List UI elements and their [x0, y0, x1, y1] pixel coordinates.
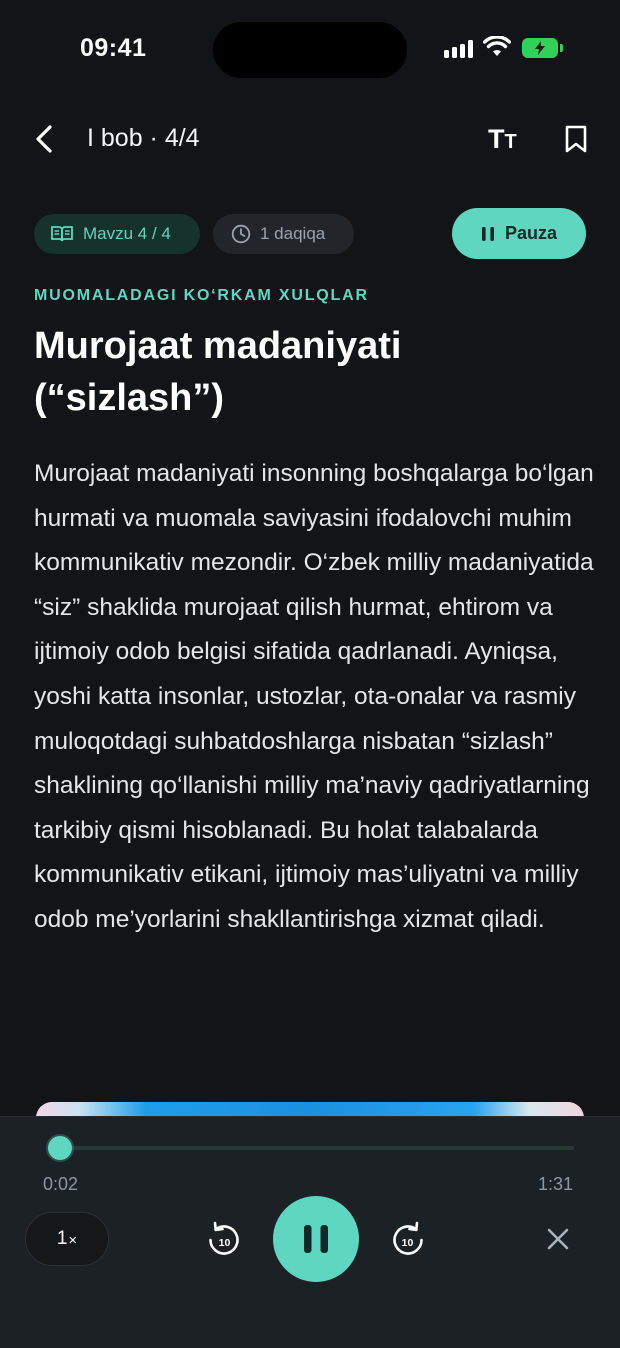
- cellular-signal-icon: [444, 40, 473, 58]
- pause-button-label: Pauza: [504, 223, 558, 243]
- duration-chip: 1 daqiqa: [213, 214, 354, 254]
- pause-icon: [304, 1225, 328, 1253]
- bookmark-icon[interactable]: [563, 124, 589, 154]
- play-pause-button[interactable]: [273, 1196, 359, 1282]
- total-time: 1:31: [538, 1174, 574, 1194]
- chapter-title: I bob · 4/4: [87, 124, 200, 152]
- speed-value: 1: [56, 1228, 68, 1249]
- topic-chip-label: Mavzu 4 / 4: [83, 224, 171, 243]
- clock-icon: [231, 224, 251, 244]
- battery-icon: [522, 38, 558, 58]
- wifi-icon: [483, 36, 511, 56]
- text-size-icon[interactable]: TT: [488, 124, 517, 155]
- dynamic-island: [213, 22, 407, 78]
- forward-10-icon[interactable]: 10: [389, 1220, 427, 1258]
- progress-thumb[interactable]: [48, 1136, 72, 1160]
- back-arrow-icon[interactable]: [28, 122, 62, 156]
- rewind-seconds: 10: [219, 1237, 231, 1249]
- current-time: 0:02: [43, 1174, 79, 1194]
- rewind-10-icon[interactable]: 10: [205, 1220, 243, 1258]
- pause-icon: [481, 226, 494, 241]
- topic-chip: Mavzu 4 / 4: [34, 214, 200, 254]
- text-size-big-letter: T: [488, 124, 505, 154]
- progress-track[interactable]: [48, 1146, 574, 1150]
- playback-speed-button[interactable]: 1 ×: [25, 1212, 109, 1266]
- article-body: Murojaat madaniyati insonning boshqalarg…: [34, 460, 594, 933]
- pause-button[interactable]: Pauza: [452, 208, 586, 259]
- article-category: MUOMALADAGI KO‘RKAM XULQLAR: [34, 287, 369, 304]
- book-icon: [51, 226, 73, 242]
- close-icon[interactable]: [546, 1227, 570, 1251]
- status-time: 09:41: [80, 34, 147, 62]
- duration-chip-label: 1 daqiqa: [260, 224, 326, 243]
- article-title: Murojaat madaniyati (“sizlash”): [34, 325, 402, 419]
- battery-cap: [560, 44, 563, 52]
- text-size-small-letter: T: [504, 131, 517, 153]
- speed-suffix: ×: [68, 1232, 78, 1249]
- forward-seconds: 10: [402, 1237, 414, 1249]
